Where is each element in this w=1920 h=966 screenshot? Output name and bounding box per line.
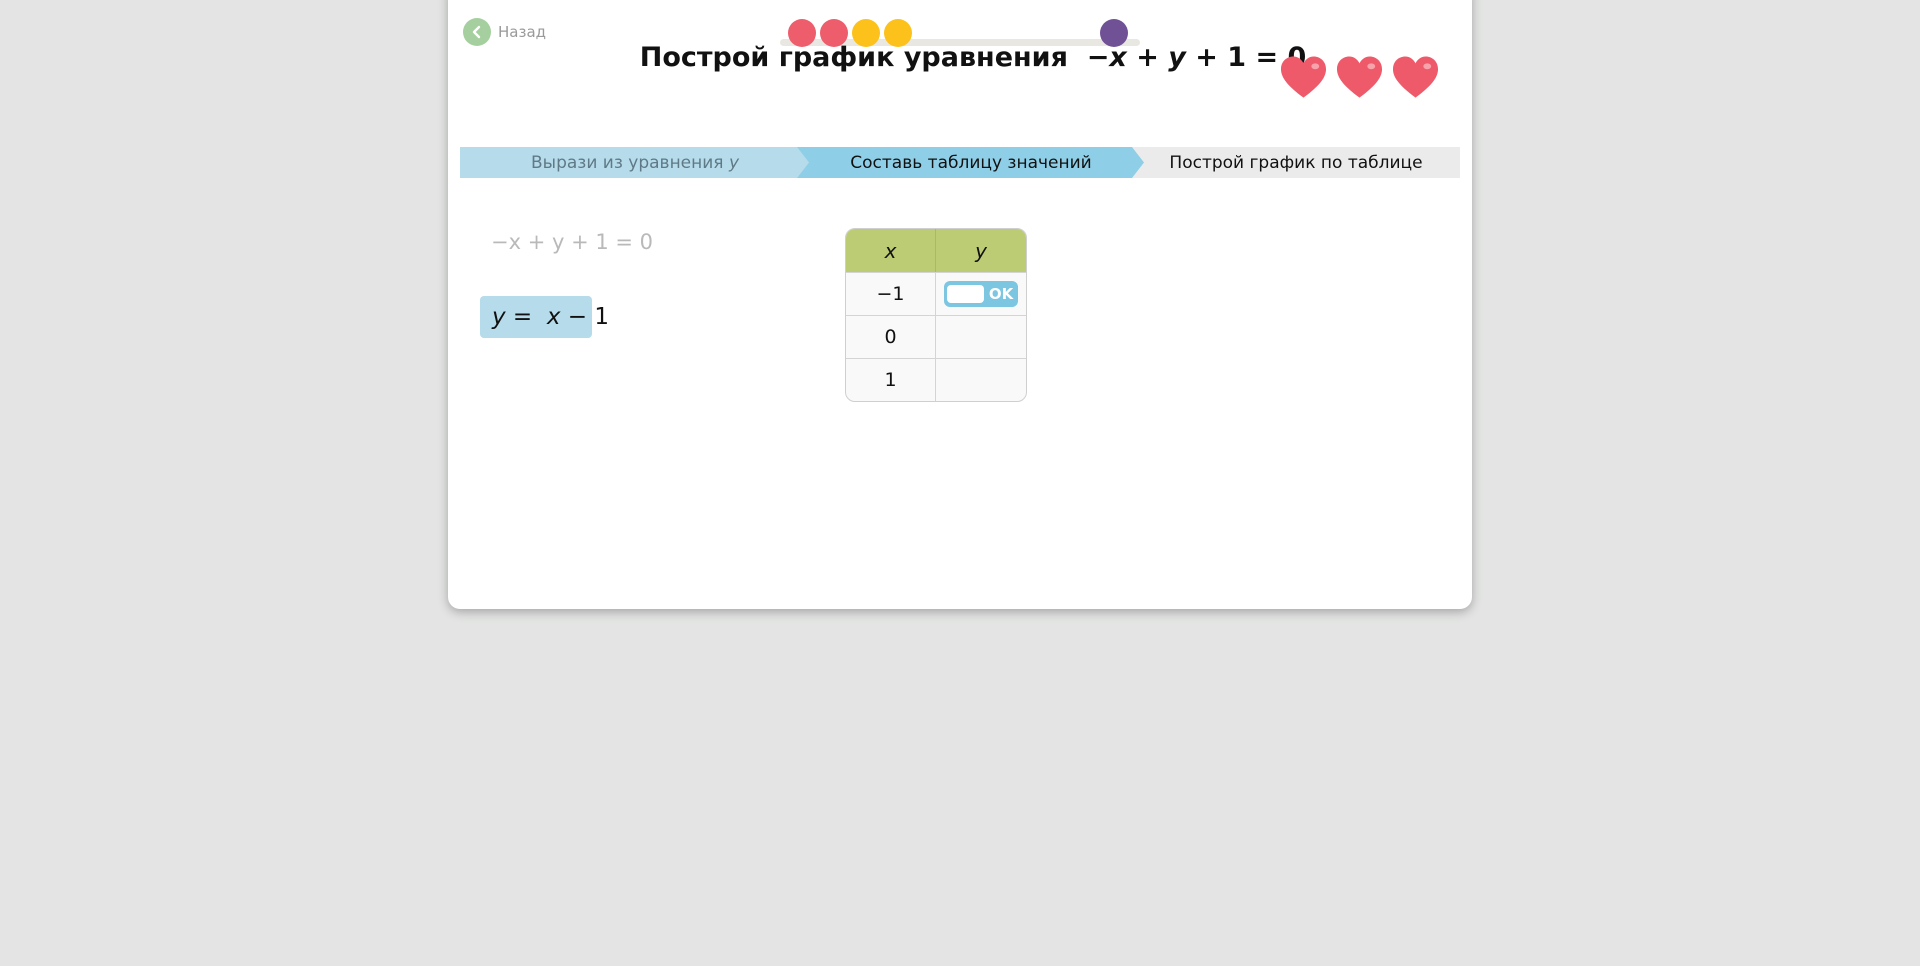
- step-label: Вырази из уравнения: [531, 152, 724, 173]
- table-header-row: x y: [846, 229, 1026, 272]
- solved-equation: y = x − 1: [480, 296, 609, 338]
- eq-minus: −: [1086, 42, 1110, 73]
- heart-icon: [1392, 56, 1439, 98]
- original-equation: −x + y + 1 = 0: [491, 230, 654, 254]
- table-row: 1: [846, 358, 1026, 401]
- step-label: Построй график по таблице: [1169, 152, 1423, 173]
- step-make-table[interactable]: Составь таблицу значений: [797, 147, 1145, 178]
- step-indicator: Вырази из уравнения y Составь таблицу зн…: [460, 147, 1460, 178]
- table-cell-x: 0: [884, 326, 897, 348]
- table-header-y: y: [935, 229, 1026, 272]
- step-plot-graph[interactable]: Построй график по таблице: [1132, 147, 1460, 178]
- solved-x: x: [546, 304, 561, 330]
- step-label: Составь таблицу значений: [850, 152, 1092, 173]
- eq-y: y: [1168, 42, 1186, 73]
- heart-icon: [1280, 56, 1327, 98]
- table-cell-x: 1: [884, 369, 897, 391]
- back-label: Назад: [498, 23, 547, 41]
- table-row: −1 OK: [846, 272, 1026, 315]
- table-cell-x: −1: [876, 283, 905, 305]
- lives: [1280, 56, 1439, 100]
- title-equation: −x + y + 1 = 0: [1087, 42, 1307, 73]
- step-var: y: [728, 152, 739, 173]
- solved-y: y: [492, 304, 506, 330]
- heart-icon: [1336, 56, 1383, 98]
- values-table: x y −1 OK 0 1: [845, 228, 1027, 402]
- table-cell-y[interactable]: [935, 359, 1026, 401]
- table-row: 0: [846, 315, 1026, 358]
- solved-rest: − 1: [560, 304, 609, 330]
- solved-eq-sign: =: [505, 304, 547, 330]
- eq-x: x: [1109, 42, 1127, 73]
- title-text: Построй график уравнения: [639, 42, 1068, 73]
- y-answer-input[interactable]: [947, 285, 984, 303]
- table-cell-y: OK: [935, 273, 1026, 315]
- ok-button[interactable]: OK: [984, 285, 1018, 303]
- table-cell-y[interactable]: [935, 316, 1026, 358]
- task-card: Назад Построй график уравнения −x + y + …: [448, 0, 1472, 609]
- step-express-y[interactable]: Вырази из уравнения y: [460, 147, 810, 178]
- eq-plus: +: [1126, 42, 1169, 73]
- table-header-x: x: [884, 238, 897, 263]
- y-answer-box: OK: [944, 281, 1018, 307]
